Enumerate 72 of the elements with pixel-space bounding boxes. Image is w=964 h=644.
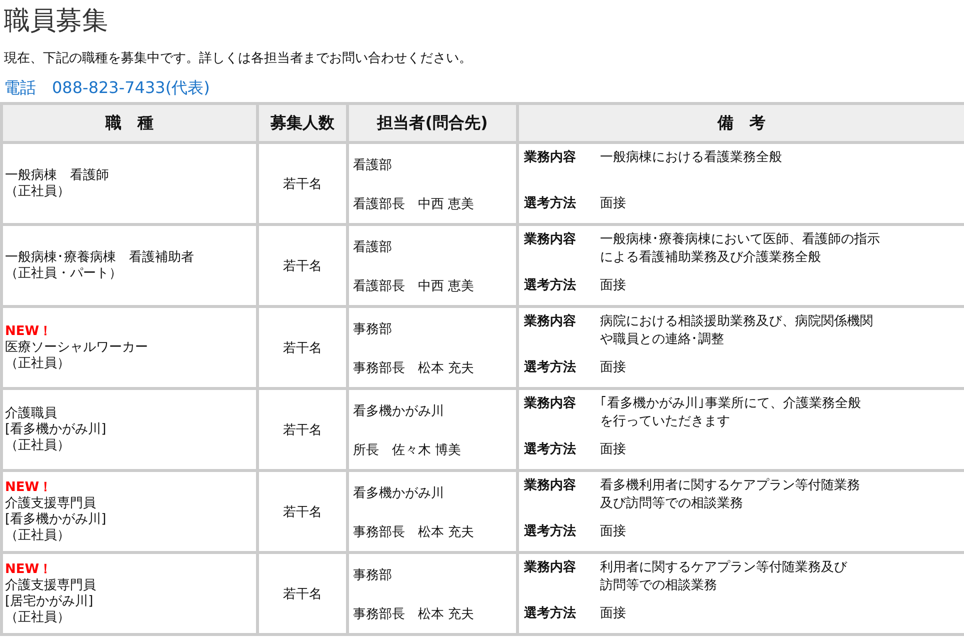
selection-label: 選考方法 <box>524 195 577 213</box>
page-title: 職員募集 <box>4 5 108 38</box>
contact-person: 事務部長 松本 充夫 <box>353 606 476 623</box>
job-title: [居宅かがみ川] <box>5 594 94 610</box>
contact-person: 所長 佐々木 博美 <box>353 442 462 459</box>
job-title: [看多機かがみ川] <box>5 422 108 438</box>
selection-label: 選考方法 <box>524 277 577 295</box>
job-title: [看多機かがみ川] <box>5 512 108 528</box>
column-header: 職 種 <box>3 105 256 141</box>
job-title: （正社員） <box>5 184 71 200</box>
department-text: 看護部 <box>353 239 393 256</box>
job-title: 一般病棟･療養病棟 看護補助者 <box>5 250 195 266</box>
job-title: 介護支援専門員 <box>5 578 97 594</box>
job-title: （正社員） <box>5 356 71 372</box>
column-header: 備 考 <box>519 105 964 141</box>
duties-label: 業務内容 <box>524 477 577 495</box>
intro-text: 現在、下記の職種を募集中です。詳しくは各担当者までお問い合わせください。 <box>4 50 472 68</box>
column-header: 募集人数 <box>259 105 346 141</box>
duties-text: を行っていただきます <box>600 413 731 431</box>
duties-text: 病院における相談援助業務及び、病院関係機関 <box>600 313 874 331</box>
duties-label: 業務内容 <box>524 395 577 413</box>
job-title: 介護職員 <box>5 406 58 422</box>
selection-text: 面接 <box>600 441 627 459</box>
contact-person: 事務部長 松本 充夫 <box>353 524 476 541</box>
count-text: 若干名 <box>283 586 322 602</box>
selection-label: 選考方法 <box>524 441 577 459</box>
count-text: 若干名 <box>283 176 322 192</box>
department-text: 看護部 <box>353 157 393 174</box>
job-title: 介護支援専門員 <box>5 496 97 512</box>
duties-text: ｢看多機かがみ川｣事業所にて、介護業務全般 <box>600 395 862 413</box>
selection-text: 面接 <box>600 195 627 213</box>
selection-text: 面接 <box>600 359 627 377</box>
selection-text: 面接 <box>600 523 627 541</box>
job-title: 医療ソーシャルワーカー <box>5 340 149 356</box>
duties-label: 業務内容 <box>524 313 577 331</box>
selection-label: 選考方法 <box>524 523 577 541</box>
new-label: NEW！ <box>5 480 54 496</box>
department-text: 看多機かがみ川 <box>353 403 445 420</box>
duties-text: や職員との連絡･調整 <box>600 331 725 349</box>
phone-link[interactable]: 電話 088-823-7433(代表) <box>4 78 210 98</box>
duties-text: 訪問等での相談業務 <box>600 577 718 595</box>
contact-person: 看護部長 中西 恵美 <box>353 196 476 213</box>
duties-text: 一般病棟･療養病棟において医師、看護師の指示 <box>600 231 881 249</box>
contact-person: 事務部長 松本 充夫 <box>353 360 476 377</box>
new-label: NEW！ <box>5 562 54 578</box>
count-text: 若干名 <box>283 340 322 356</box>
duties-text: 及び訪問等での相談業務 <box>600 495 744 513</box>
job-title: 一般病棟 看護師 <box>5 168 110 184</box>
job-title: （正社員） <box>5 610 71 626</box>
selection-label: 選考方法 <box>524 359 577 377</box>
duties-text: による看護補助業務及び介護業務全般 <box>600 249 822 267</box>
job-title: （正社員・パート） <box>5 266 123 282</box>
count-text: 若干名 <box>283 504 322 520</box>
column-header: 担当者(問合先) <box>349 105 516 141</box>
duties-label: 業務内容 <box>524 231 577 249</box>
department-text: 事務部 <box>353 321 393 338</box>
duties-text: 看多機利用者に関するケアプラン等付随業務 <box>600 477 861 495</box>
new-label: NEW！ <box>5 324 54 340</box>
count-text: 若干名 <box>283 422 322 438</box>
contact-person: 看護部長 中西 恵美 <box>353 278 476 295</box>
duties-label: 業務内容 <box>524 149 577 167</box>
count-text: 若干名 <box>283 258 322 274</box>
duties-text: 利用者に関するケアプラン等付随業務及び <box>600 559 848 577</box>
duties-label: 業務内容 <box>524 559 577 577</box>
selection-label: 選考方法 <box>524 605 577 623</box>
selection-text: 面接 <box>600 277 627 295</box>
selection-text: 面接 <box>600 605 627 623</box>
department-text: 事務部 <box>353 567 393 584</box>
duties-text: 一般病棟における看護業務全般 <box>600 149 783 167</box>
job-title: （正社員） <box>5 438 71 454</box>
department-text: 看多機かがみ川 <box>353 485 445 502</box>
job-title: （正社員） <box>5 528 71 544</box>
